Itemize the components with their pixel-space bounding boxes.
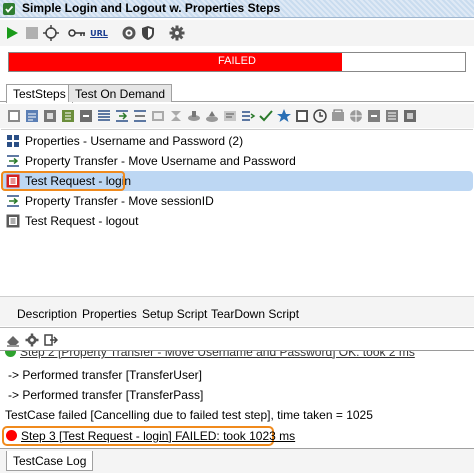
gear-icon[interactable]: [25, 333, 39, 347]
tab-teardown-script[interactable]: TearDown Script: [211, 307, 299, 321]
add-manual-step-icon[interactable]: [204, 108, 220, 124]
ok-status-icon: [5, 351, 16, 357]
add-amf-request-icon[interactable]: [78, 108, 94, 124]
step-test-request-logout[interactable]: Test Request - logout: [1, 211, 473, 231]
property-transfer-icon: [7, 195, 19, 207]
add-loop-icon[interactable]: [294, 108, 310, 124]
add-http-request-icon[interactable]: [42, 108, 58, 124]
window-titlebar: Simple Login and Logout w. Properties St…: [0, 0, 474, 18]
testcase-icon: [3, 3, 15, 15]
add-ssl-step-icon[interactable]: [366, 108, 382, 124]
url-icon: URL: [90, 28, 108, 38]
loop-button[interactable]: [42, 24, 60, 42]
add-misc-step-icon[interactable]: [402, 108, 418, 124]
steps-toolbar: [0, 104, 474, 128]
add-web-request-icon[interactable]: [348, 108, 364, 124]
add-conditional-goto-icon[interactable]: [132, 108, 148, 124]
tab-description[interactable]: Description: [17, 307, 77, 321]
step-properties[interactable]: Properties - Username and Password (2): [1, 131, 473, 151]
add-timer-icon[interactable]: [312, 108, 328, 124]
key-icon: [68, 29, 85, 37]
tab-properties[interactable]: Properties: [82, 307, 137, 321]
add-assertion-icon[interactable]: [258, 108, 274, 124]
testcase-tabs: TestSteps Test On Demand: [0, 84, 474, 103]
settings-button[interactable]: [168, 24, 186, 42]
testcase-toolbar: URL: [0, 20, 474, 46]
stop-button[interactable]: [23, 24, 41, 42]
step-label: Property Transfer - Move sessionID: [25, 194, 214, 208]
export-icon[interactable]: [44, 333, 58, 347]
add-datasource-icon[interactable]: [240, 108, 256, 124]
fail-status-icon: [6, 430, 17, 441]
window-title: Simple Login and Logout w. Properties St…: [22, 1, 281, 15]
target-icon: [122, 26, 136, 40]
tab-testcase-log[interactable]: TestCase Log: [6, 451, 94, 471]
add-rest-request-icon[interactable]: [24, 108, 40, 124]
gear-icon: [169, 25, 185, 41]
properties-icon: [7, 135, 19, 147]
add-groovy-script-icon[interactable]: [222, 108, 238, 124]
add-jms-icon[interactable]: [330, 108, 346, 124]
add-soap-request-icon[interactable]: [6, 108, 22, 124]
eraser-icon[interactable]: [6, 333, 20, 347]
tab-teststeps[interactable]: TestSteps: [6, 84, 73, 103]
credentials-button[interactable]: [68, 24, 86, 42]
add-property-transfer-icon[interactable]: [114, 108, 130, 124]
log-line: -> Performed transfer [TransferPass]: [8, 388, 204, 402]
teststeps-list: Properties - Username and Password (2) P…: [1, 129, 473, 295]
step-label: Properties - Username and Password (2): [25, 134, 244, 148]
progress-status: FAILED: [218, 55, 256, 67]
add-delay-icon[interactable]: [168, 108, 184, 124]
stop-icon: [26, 27, 38, 39]
play-icon: [7, 27, 18, 39]
crosshair-icon: [43, 25, 59, 41]
security-button[interactable]: [139, 24, 157, 42]
log-toolbar: [0, 327, 474, 351]
property-transfer-icon: [7, 155, 19, 167]
log-line: -> Performed transfer [TransferUser]: [8, 368, 202, 382]
step-label: Test Request - logout: [25, 214, 139, 228]
set-endpoint-button[interactable]: URL: [88, 24, 110, 42]
run-button[interactable]: [3, 24, 21, 42]
tab-test-on-demand[interactable]: Test On Demand: [68, 84, 173, 102]
run-progress-bar: FAILED: [8, 52, 466, 72]
log-tab-bar: TestCase Log: [0, 448, 474, 473]
log-line-step2[interactable]: Step 2 [Property Transfer - Move Usernam…: [5, 351, 415, 359]
log-line: TestCase failed [Cancelling due to faile…: [5, 408, 373, 422]
step-property-transfer-user-pass[interactable]: Property Transfer - Move Username and Pa…: [1, 151, 473, 171]
tab-setup-script[interactable]: Setup Script: [142, 307, 207, 321]
testcase-log: Step 2 [Property Transfer - Move Usernam…: [0, 350, 474, 448]
add-properties-icon[interactable]: [96, 108, 112, 124]
shield-icon: [142, 26, 154, 40]
add-mock-response-icon[interactable]: [186, 108, 202, 124]
add-run-testcase-icon[interactable]: [150, 108, 166, 124]
step-label: Property Transfer - Move Username and Pa…: [25, 154, 296, 168]
step-property-transfer-session[interactable]: Property Transfer - Move sessionID: [1, 191, 473, 211]
options-button[interactable]: [120, 24, 138, 42]
test-request-icon: [6, 214, 20, 228]
log-line-step3-failed[interactable]: Step 3 [Test Request - login] FAILED: to…: [6, 429, 295, 443]
add-sequence-icon[interactable]: [384, 108, 400, 124]
add-star-step-icon[interactable]: [276, 108, 292, 124]
add-jdbc-request-icon[interactable]: [60, 108, 76, 124]
step-highlight-outline: [1, 171, 125, 191]
inspector-tabs: Description Properties Setup Script Tear…: [0, 296, 474, 326]
